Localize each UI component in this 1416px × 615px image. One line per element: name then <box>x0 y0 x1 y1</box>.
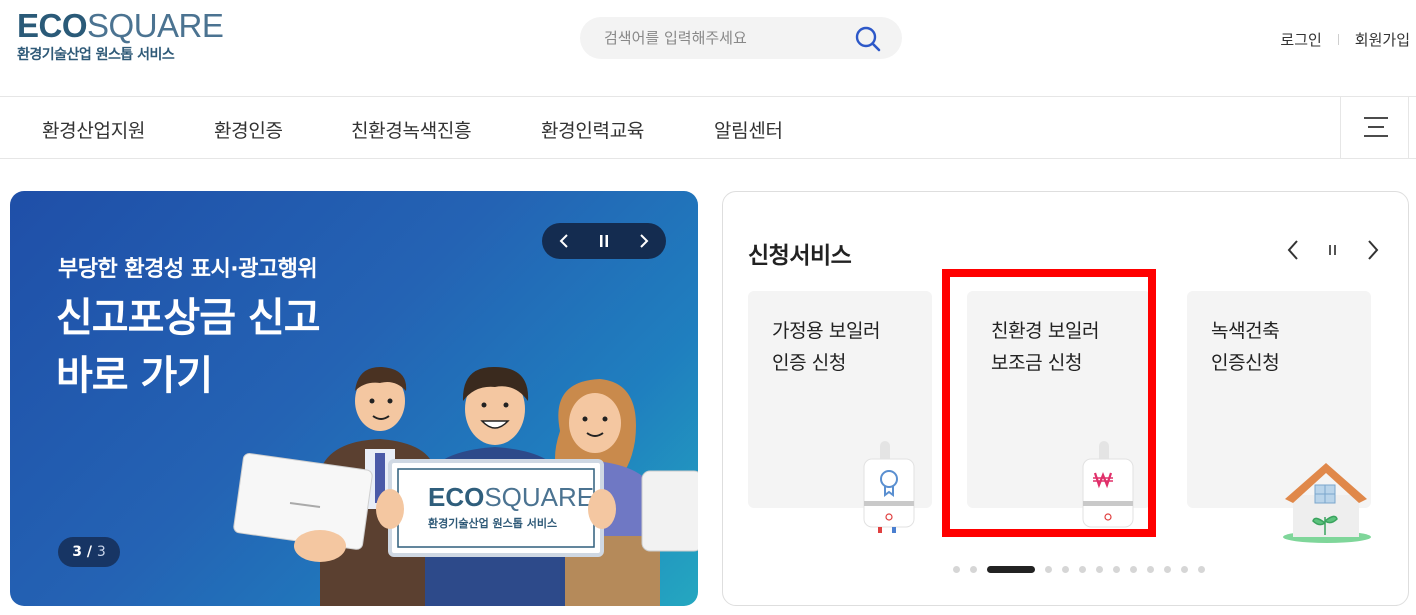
chevron-left-icon <box>1287 240 1298 260</box>
pause-icon <box>600 235 608 247</box>
services-next-button[interactable] <box>1361 237 1385 263</box>
services-title: 신청서비스 <box>748 243 852 269</box>
pagination-dot[interactable] <box>1181 566 1188 573</box>
services-prev-button[interactable] <box>1281 237 1305 263</box>
search-button[interactable] <box>854 25 882 53</box>
pagination-dot[interactable] <box>1113 566 1120 573</box>
main-nav: 환경산업지원 환경인증 친환경녹색진흥 환경인력교육 알림센터 <box>0 97 1416 159</box>
service-card-boiler-subsidy[interactable]: 친환경 보일러 보조금 신청 <box>967 291 1151 528</box>
nav-item-certification[interactable]: 환경인증 <box>214 116 283 143</box>
hero-title-line-1: 신고포상금 신고 <box>56 295 321 341</box>
chevron-right-icon <box>1368 240 1379 260</box>
green-house-icon <box>1283 463 1371 543</box>
boiler-subsidy-icon <box>1082 441 1134 528</box>
pagination-dot[interactable] <box>1045 566 1052 573</box>
hero-banner[interactable]: 부당한 환경성 표시·광고행위 신고포상금 신고 바로 가기 3 / 3 ECO… <box>10 191 698 606</box>
nav-item-green-promotion[interactable]: 친환경녹색진흥 <box>351 116 472 143</box>
login-link[interactable]: 로그인 <box>1280 29 1321 50</box>
pagination-dot[interactable] <box>970 566 977 573</box>
boiler-certification-icon <box>863 441 915 533</box>
pagination-dot[interactable] <box>1130 566 1137 573</box>
eco-square-sign: ECOSQUARE 환경기술산업 원스톱 서비스 <box>376 459 616 557</box>
logo-subtitle: 환경기술산업 원스톱 서비스 <box>17 47 175 63</box>
auth-links: 로그인 회원가입 <box>1280 29 1410 50</box>
services-pause-button[interactable] <box>1321 237 1345 263</box>
svg-text:환경기술산업 원스톱 서비스: 환경기술산업 원스톱 서비스 <box>428 516 557 530</box>
card-title: 친환경 보일러 보조금 신청 <box>991 320 1100 374</box>
search-bar <box>580 17 902 59</box>
nav-item-education[interactable]: 환경인력교육 <box>541 116 644 143</box>
nav-item-industry-support[interactable]: 환경산업지원 <box>42 116 145 143</box>
search-input[interactable] <box>604 17 844 59</box>
hero-slider-controls <box>542 223 666 259</box>
site-logo[interactable]: ECOSQUARE 환경기술산업 원스톱 서비스 <box>17 7 224 64</box>
chevron-left-icon <box>559 234 568 248</box>
hero-illustration: ECOSQUARE 환경기술산업 원스톱 서비스 <box>233 366 698 606</box>
service-card-boiler-certification[interactable]: 가정용 보일러 인증 신청 <box>748 291 932 533</box>
hero-subtitle: 부당한 환경성 표시·광고행위 <box>58 257 318 282</box>
logo-wordmark: ECOSQUARE <box>17 7 224 44</box>
pagination-dot[interactable] <box>1147 566 1154 573</box>
auth-divider <box>1337 34 1339 45</box>
pagination-dot-active[interactable] <box>987 566 1035 573</box>
hero-pause-button[interactable] <box>586 223 622 259</box>
search-icon <box>855 26 881 52</box>
card-title: 녹색건축 인증신청 <box>1211 320 1280 374</box>
signup-link[interactable]: 회원가입 <box>1355 29 1410 50</box>
services-pagination <box>953 566 1215 573</box>
pagination-dot[interactable] <box>1062 566 1069 573</box>
hero-next-button[interactable] <box>626 223 662 259</box>
pause-icon <box>1329 245 1336 255</box>
site-header: ECOSQUARE 환경기술산업 원스톱 서비스 로그인 회원가입 <box>0 0 1416 97</box>
svg-text:ECOSQUARE: ECOSQUARE <box>428 482 594 512</box>
card-title: 가정용 보일러 인증 신청 <box>772 320 881 374</box>
hamburger-icon <box>1364 117 1388 137</box>
pagination-dot[interactable] <box>1164 566 1171 573</box>
pagination-dot[interactable] <box>1096 566 1103 573</box>
chevron-right-icon <box>640 234 649 248</box>
nav-item-notice-center[interactable]: 알림센터 <box>714 116 783 143</box>
application-services-panel: 신청서비스 가정용 보일러 인증 신청 친환경 보일러 보조금 신청 녹색건축 … <box>722 191 1409 606</box>
menu-button[interactable] <box>1340 97 1409 158</box>
pagination-dot[interactable] <box>953 566 960 573</box>
service-card-green-building[interactable]: 녹색건축 인증신청 <box>1187 291 1371 543</box>
hero-pagination: 3 / 3 <box>58 537 120 567</box>
pagination-dot[interactable] <box>1079 566 1086 573</box>
hero-prev-button[interactable] <box>546 223 582 259</box>
pagination-dot[interactable] <box>1198 566 1205 573</box>
